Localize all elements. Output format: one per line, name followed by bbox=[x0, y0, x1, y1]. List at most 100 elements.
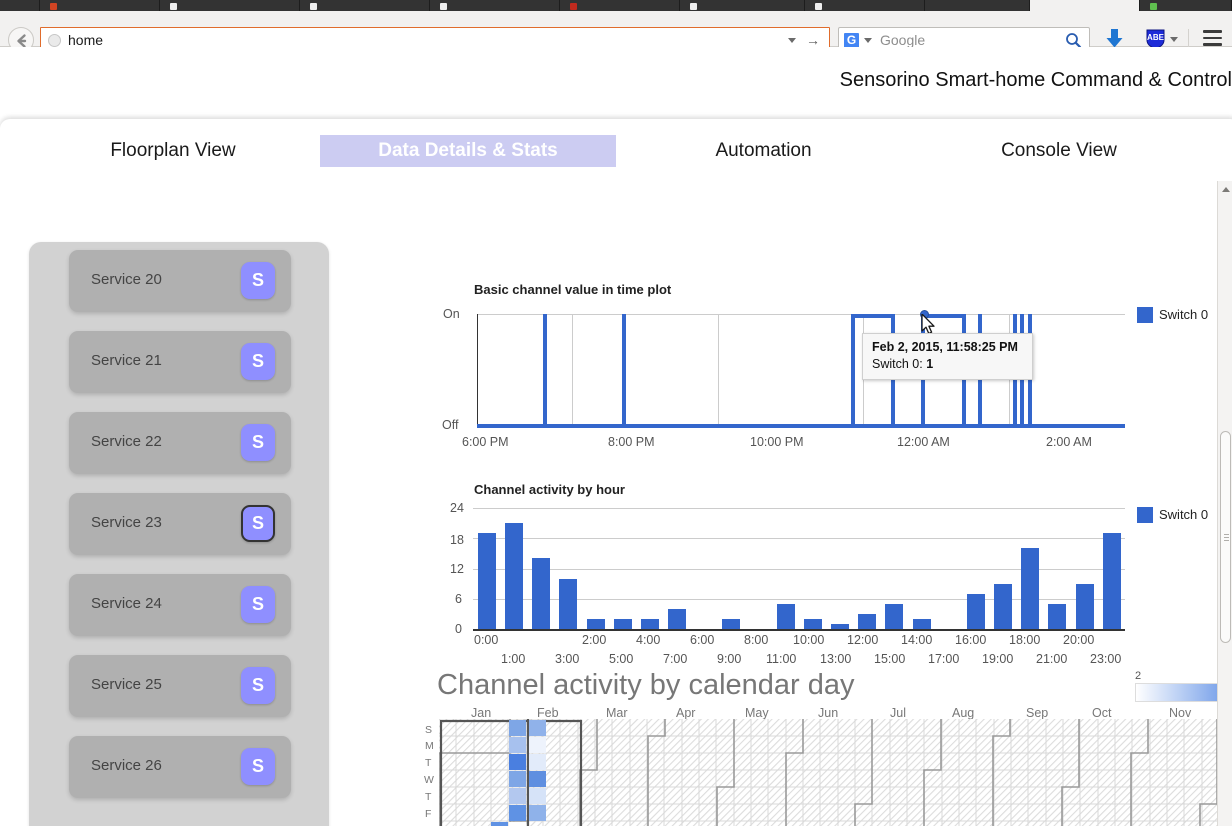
calendar-day-cell[interactable] bbox=[509, 720, 526, 736]
bar-18[interactable] bbox=[967, 594, 985, 629]
browser-tab[interactable] bbox=[680, 0, 805, 11]
service-item-25[interactable]: Service 25 S bbox=[69, 655, 291, 717]
calendar-day-cell[interactable] bbox=[491, 822, 508, 826]
y-axis bbox=[477, 314, 478, 427]
series-pulse-top bbox=[851, 314, 895, 318]
y-tick-off: Off bbox=[442, 418, 459, 432]
scrollbar-thumb[interactable] bbox=[1220, 431, 1231, 643]
service-badge-icon[interactable]: S bbox=[241, 262, 275, 299]
bar-13[interactable] bbox=[831, 624, 849, 629]
bar-9[interactable] bbox=[722, 619, 740, 629]
bar-14[interactable] bbox=[858, 614, 876, 629]
calendar-day-cell[interactable] bbox=[509, 805, 526, 821]
go-arrow-icon[interactable]: → bbox=[806, 32, 820, 48]
service-badge-icon[interactable]: S bbox=[241, 748, 275, 785]
calendar-day-cell[interactable] bbox=[529, 737, 546, 753]
x-tick-6: 6:00 bbox=[690, 633, 715, 647]
service-item-24[interactable]: Service 24 S bbox=[69, 574, 291, 636]
tab-data-details-stats[interactable]: Data Details & Stats bbox=[320, 135, 616, 167]
calendar-month-aug: Aug bbox=[952, 706, 975, 720]
bar-23[interactable] bbox=[1103, 533, 1121, 629]
search-input[interactable]: Google bbox=[880, 32, 1065, 48]
browser-tab[interactable] bbox=[300, 0, 430, 11]
search-engine-dropdown-icon[interactable] bbox=[864, 37, 872, 43]
bar-22[interactable] bbox=[1076, 584, 1094, 629]
bar-19[interactable] bbox=[994, 584, 1012, 629]
x-tick-5: 5:00 bbox=[609, 652, 634, 666]
download-arrow-icon[interactable] bbox=[1106, 29, 1123, 48]
service-item-20[interactable]: Service 20 S bbox=[69, 250, 291, 312]
adblock-dropdown-icon[interactable] bbox=[1170, 37, 1178, 42]
calendar-heatmap-grid[interactable] bbox=[439, 719, 1229, 826]
bar-2[interactable] bbox=[532, 558, 550, 629]
service-item-23[interactable]: Service 23 S bbox=[69, 493, 291, 555]
calendar-day-cell[interactable] bbox=[509, 754, 526, 770]
bar-12[interactable] bbox=[804, 619, 822, 629]
service-item-22[interactable]: Service 22 S bbox=[69, 412, 291, 474]
google-search-engine-icon[interactable]: G bbox=[844, 32, 859, 48]
bar-20[interactable] bbox=[1021, 548, 1039, 629]
service-label: Service 21 bbox=[91, 352, 162, 369]
adblock-plus-icon[interactable]: ABE bbox=[1146, 29, 1165, 49]
tab-automation[interactable]: Automation bbox=[700, 135, 827, 167]
browser-tab[interactable] bbox=[805, 0, 925, 11]
service-item-26[interactable]: Service 26 S bbox=[69, 736, 291, 798]
browser-tab[interactable] bbox=[430, 0, 560, 11]
browser-tab-active[interactable] bbox=[1030, 0, 1140, 11]
scroll-up-arrow-icon[interactable] bbox=[1222, 187, 1230, 192]
content-vertical-scrollbar[interactable] bbox=[1217, 181, 1232, 826]
browser-navigation-bar: home → G Google ABE bbox=[0, 11, 1232, 53]
service-badge-icon-selected[interactable]: S bbox=[241, 505, 275, 542]
x-tick-13: 13:00 bbox=[820, 652, 852, 666]
x-tick-1: 1:00 bbox=[501, 652, 526, 666]
bar-21[interactable] bbox=[1048, 604, 1066, 629]
x-tick-3: 3:00 bbox=[555, 652, 580, 666]
address-bar-dropdown-icon[interactable] bbox=[788, 37, 796, 43]
calendar-legend-gradient bbox=[1135, 683, 1230, 702]
bar-4[interactable] bbox=[587, 619, 605, 629]
tab-console-view[interactable]: Console View bbox=[990, 135, 1128, 167]
chart-title: Channel activity by hour bbox=[474, 482, 625, 497]
calendar-day-cell[interactable] bbox=[529, 788, 546, 804]
bar-5[interactable] bbox=[614, 619, 632, 629]
bar-3[interactable] bbox=[559, 579, 577, 629]
address-bar-value[interactable]: home bbox=[68, 32, 788, 48]
calendar-month-nov: Nov bbox=[1169, 706, 1192, 720]
browser-tab[interactable] bbox=[40, 0, 160, 11]
x-tick-14: 14:00 bbox=[901, 633, 933, 647]
bar-7[interactable] bbox=[668, 609, 686, 629]
legend-label: Switch 0 bbox=[1159, 307, 1209, 322]
service-badge-icon[interactable]: S bbox=[241, 343, 275, 380]
calendar-day-cell[interactable] bbox=[509, 771, 526, 787]
browser-tab[interactable] bbox=[1140, 0, 1232, 11]
service-item-21[interactable]: Service 21 S bbox=[69, 331, 291, 393]
tab-favicon-icon bbox=[570, 3, 577, 10]
bar-0[interactable] bbox=[478, 533, 496, 629]
tab-floorplan-view[interactable]: Floorplan View bbox=[105, 135, 241, 167]
bar-1[interactable] bbox=[505, 523, 523, 629]
browser-tab[interactable] bbox=[0, 0, 40, 11]
bar-6[interactable] bbox=[641, 619, 659, 629]
x-tick-4: 2:00 AM bbox=[1046, 435, 1092, 449]
calendar-day-cell[interactable] bbox=[529, 771, 546, 787]
calendar-day-cell[interactable] bbox=[509, 822, 526, 826]
bar-15[interactable] bbox=[885, 604, 903, 629]
browser-tab[interactable] bbox=[560, 0, 680, 11]
x-tick-0: 0:00 bbox=[474, 633, 499, 647]
calendar-day-cell[interactable] bbox=[529, 754, 546, 770]
bar-11[interactable] bbox=[777, 604, 795, 629]
calendar-day-cell[interactable] bbox=[509, 788, 526, 804]
browser-tab[interactable] bbox=[160, 0, 300, 11]
calendar-day-cell[interactable] bbox=[529, 720, 546, 736]
magnifier-icon[interactable] bbox=[1065, 32, 1082, 49]
calendar-day-cell[interactable] bbox=[509, 737, 526, 753]
calendar-day-cell[interactable] bbox=[529, 805, 546, 821]
browser-tab-strip[interactable] bbox=[0, 0, 1232, 11]
tab-favicon-icon bbox=[690, 3, 697, 10]
browser-tab[interactable] bbox=[925, 0, 1030, 11]
service-badge-icon[interactable]: S bbox=[241, 586, 275, 623]
service-badge-icon[interactable]: S bbox=[241, 667, 275, 704]
chart-tooltip: Feb 2, 2015, 11:58:25 PM Switch 0: 1 bbox=[862, 333, 1033, 380]
bar-16[interactable] bbox=[913, 619, 931, 629]
service-badge-icon[interactable]: S bbox=[241, 424, 275, 461]
